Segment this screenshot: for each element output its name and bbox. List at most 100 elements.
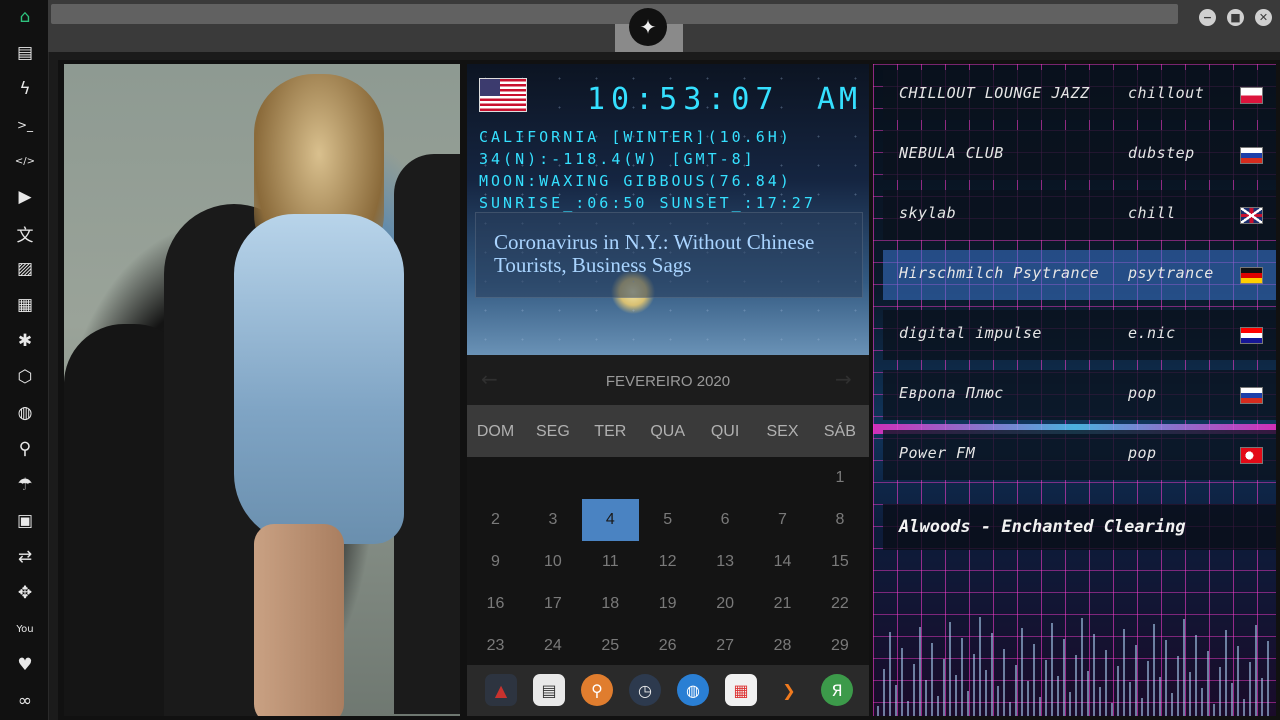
calendar-day[interactable]: 19 [639,583,696,625]
calendar-day[interactable]: 6 [697,499,754,541]
yandex-icon[interactable]: Я [821,674,853,706]
clock-widget: 10:53:07 AM CALIFORNIA [WINTER](10.6H) 3… [467,64,869,355]
globe-icon[interactable]: ◍ [677,674,709,706]
calendar-day[interactable]: 27 [697,625,754,667]
close-button[interactable]: ✕ [1255,9,1272,26]
equalizer-bar [919,627,921,716]
code-icon[interactable]: </> [12,148,38,174]
equalizer-bar [1147,661,1149,716]
equalizer-bar [1261,678,1263,716]
calendar-day[interactable]: 26 [639,625,696,667]
lightning-icon[interactable]: ϟ [12,76,38,102]
calendar-day[interactable]: 21 [754,583,811,625]
umbrella-icon[interactable]: ☂ [12,472,38,498]
station-row[interactable]: digital impulse e.nic [883,310,1276,360]
calendar-day[interactable]: 11 [582,541,639,583]
search-icon[interactable]: ⚲ [12,436,38,462]
calendar-day[interactable]: 12 [639,541,696,583]
station-genre: dubstep [1128,144,1195,162]
equalizer-bar [1177,656,1179,716]
app-red-triangle-icon[interactable]: ▲ [485,674,517,706]
equalizer-bar [1207,651,1209,716]
calendar-day[interactable]: 20 [697,583,754,625]
calendar-day[interactable]: 5 [639,499,696,541]
equalizer-bar [979,617,981,716]
clock-icon[interactable]: ◷ [629,674,661,706]
equalizer-bar [973,654,975,716]
news-headline[interactable]: Coronavirus in N.Y.: Without Chinese Tou… [494,231,854,277]
calendar-day[interactable]: 24 [524,625,581,667]
news-icon[interactable]: ▦ [12,292,38,318]
calendar-icon[interactable]: ▦ [725,674,757,706]
station-row[interactable]: Европа Плюс pop [883,370,1276,420]
link-icon[interactable]: ⇄ [12,544,38,570]
calendar-day[interactable]: 15 [811,541,868,583]
translate-icon[interactable]: 文 [12,220,38,246]
heart-icon[interactable]: ♥ [12,652,38,678]
calendar-day-today[interactable]: 4 [581,499,639,541]
calendar-day[interactable]: 22 [811,583,868,625]
arrow-icon[interactable]: ❯ [773,674,805,706]
station-name: NEBULA CLUB [899,144,1004,162]
home-icon[interactable]: ⌂ [12,4,38,30]
calendar-day[interactable]: 17 [524,583,581,625]
calendar-day[interactable]: 25 [582,625,639,667]
globe-icon[interactable]: ◍ [12,400,38,426]
calendar-header: ← FEVEREIRO 2020 → [467,355,869,405]
equalizer-bar [1243,699,1245,716]
equalizer-bar [1027,681,1029,716]
document-icon[interactable]: ▤ [12,40,38,66]
magnifier-icon[interactable]: ⚲ [581,674,613,706]
station-row[interactable]: skylab chill [883,190,1276,240]
calendar-day[interactable]: 23 [467,625,524,667]
equalizer-bar [1015,665,1017,716]
asterisk-icon[interactable]: ✱ [12,328,38,354]
hexagon-icon[interactable]: ⬡ [12,364,38,390]
terminal-icon[interactable]: >_ [12,112,38,138]
calendar-day[interactable]: 29 [811,625,868,667]
equalizer-bar [1249,662,1251,716]
calendar-day[interactable]: 13 [697,541,754,583]
calendar-day[interactable]: 28 [754,625,811,667]
equalizer-bar [1153,624,1155,716]
image-icon[interactable]: ▨ [12,256,38,282]
calendar-day[interactable]: 18 [582,583,639,625]
station-row[interactable]: NEBULA CLUB dubstep [883,130,1276,180]
calendar-day[interactable]: 7 [754,499,811,541]
youtube-icon[interactable]: You [12,616,38,642]
calendar-day[interactable]: 8 [811,499,868,541]
equalizer-bar [1117,666,1119,716]
news-headline-box[interactable]: Coronavirus in N.Y.: Without Chinese Tou… [475,212,863,298]
calendar-day[interactable]: 9 [467,541,524,583]
equalizer-bar [1135,645,1137,716]
expand-icon[interactable]: ✥ [12,580,38,606]
calendar-day[interactable]: 1 [811,457,868,499]
next-month-button[interactable]: → [835,367,852,391]
equalizer-bar [937,696,939,716]
calendar-widget: ← FEVEREIRO 2020 → DOM SEG TER QUA QUI SEX SÁB… [467,355,869,665]
contact-icon[interactable]: ▣ [12,508,38,534]
equalizer-bar [1075,655,1077,716]
station-row[interactable]: CHILLOUT LOUNGE JAZZ chillout [883,70,1276,120]
calendar-day[interactable]: 14 [754,541,811,583]
infinity-icon[interactable]: ∞ [12,688,38,714]
station-name: Европа Плюс [899,384,1004,402]
calendar-day[interactable]: 16 [467,583,524,625]
country-flag-icon [1240,387,1263,404]
station-genre: chillout [1128,84,1205,102]
country-flag-icon [1240,87,1263,104]
location-line: CALIFORNIA [WINTER](10.6H) [479,128,792,146]
address-bar[interactable] [51,4,1178,24]
calendar-day[interactable]: 10 [524,541,581,583]
calendar-day[interactable]: 3 [524,499,581,541]
minimize-button[interactable]: − [1199,9,1216,26]
station-name: digital impulse [899,324,1042,342]
station-row[interactable]: Power FM pop [883,430,1276,480]
play-icon[interactable]: ▶ [12,184,38,210]
maximize-button[interactable]: ■ [1227,9,1244,26]
station-row[interactable]: Hirschmilch Psytrance psytrance [883,250,1276,300]
weekday-header: DOM SEG TER QUA QUI SEX SÁB [467,405,869,457]
newspaper-icon[interactable]: ▤ [533,674,565,706]
country-flag-icon [1240,207,1263,224]
calendar-day[interactable]: 2 [467,499,524,541]
